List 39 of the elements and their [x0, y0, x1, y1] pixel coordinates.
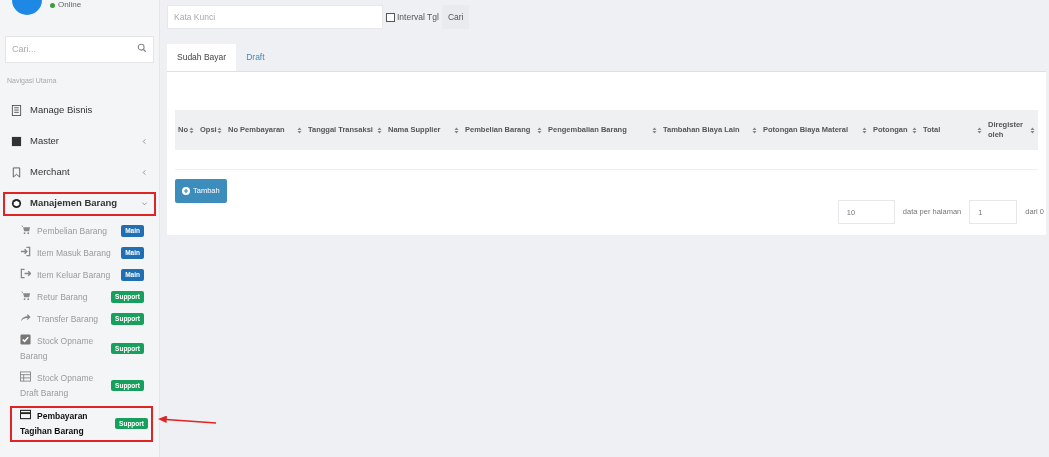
- search-field[interactable]: Cari...: [5, 35, 154, 63]
- online-status: Online: [50, 0, 82, 11]
- sort-icon[interactable]: [537, 126, 542, 134]
- sort-icon[interactable]: [297, 126, 302, 134]
- sidebar-item[interactable]: Merchant: [3, 160, 156, 185]
- sort-icon[interactable]: [217, 126, 222, 134]
- chevron-down-icon: [141, 200, 148, 207]
- chevron-left-icon: [141, 169, 148, 176]
- sort-icon[interactable]: [912, 126, 917, 134]
- sort-icon[interactable]: [862, 126, 867, 134]
- search-icon: [137, 43, 147, 53]
- sort-icon[interactable]: [377, 126, 382, 134]
- sort-icon[interactable]: [752, 126, 757, 134]
- interval-checkbox[interactable]: Interval Tgl: [386, 10, 439, 24]
- keyword-field[interactable]: Kata Kunci: [167, 5, 383, 29]
- bookmark-icon: [11, 167, 22, 178]
- tab[interactable]: Sudah Bayar: [167, 44, 237, 71]
- sort-icon[interactable]: [977, 126, 982, 134]
- sidebar-item[interactable]: Manage Bisnis: [3, 98, 156, 123]
- sign-out-icon: [20, 267, 31, 279]
- square-icon: [11, 136, 22, 147]
- sidebar-item[interactable]: Manajemen Barang: [3, 191, 156, 216]
- sidebar-item[interactable]: Master: [3, 129, 156, 154]
- document-icon: [11, 105, 22, 116]
- sort-icon[interactable]: [454, 126, 459, 134]
- sign-in-icon: [20, 245, 31, 257]
- cart-icon: [20, 223, 31, 235]
- cart-icon: [20, 289, 31, 301]
- chevron-left-icon: [141, 138, 148, 145]
- sort-icon[interactable]: [1030, 126, 1035, 134]
- annotation-arrow: [158, 415, 218, 426]
- table-icon: [20, 370, 31, 382]
- credit-card-icon: [20, 408, 31, 420]
- sort-icon[interactable]: [189, 126, 194, 134]
- sort-icon[interactable]: [652, 126, 657, 134]
- plus-circle-icon: [182, 187, 190, 195]
- share-arrow-icon: [20, 311, 31, 323]
- search-button[interactable]: Cari: [441, 5, 470, 29]
- checkbox-icon: [20, 333, 31, 345]
